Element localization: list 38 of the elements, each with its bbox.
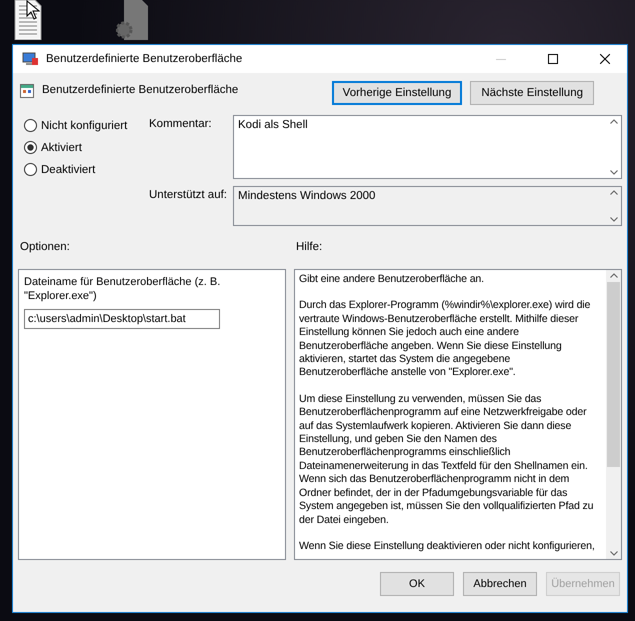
help-paragraph: Wenn Sie diese Einstellung deaktivieren oder nicht konfigurieren,: [299, 540, 596, 554]
help-paragraph: Um diese Einstellung zu verwenden, müssen Sie das Benutzeroberflächenprogramm auf eine Netzwerkfreigabe oder auf das Systemlaufwerk kopieren. Aktivieren Sie dann diese Einstellung, und geben Sie den Namen des Benutzeroberflächenprogramms einschließlich Dateinamenerweiterung in das Textfeld für den Shellnamen ein. Wenn sich das Benutzeroberflächenprogramm nicht in dem Ordner befindet, der in der Pfadumgebungsvariable für das System angegeben ist, müssen Sie den vollqualifizierten Pfad zu der Datei eingeben.: [299, 392, 594, 527]
scrollbar[interactable]: [606, 270, 621, 559]
scroll-up-icon[interactable]: [610, 273, 618, 278]
help-label: Hilfe:: [296, 241, 322, 253]
dialog-button[interactable]: Abbrechen: [463, 572, 537, 596]
navigation-button[interactable]: Vorherige Einstellung: [332, 81, 462, 105]
window-title: Benutzerdefinierte Benutzeroberfläche: [46, 53, 244, 65]
help-paragraph: Durch das Explorer-Programm (%windir%\explorer.exe) wird die vertraute Windows-Benutzeroberfläche erstellt. Mithilfe dieser Einstellung können Sie jedoch auch eine andere Benutzeroberfläche angeben. Wenn Sie diese Einstellung aktivieren, startet das System die angegebene Benutzeroberfläche anstelle von "Explorer.exe".: [299, 299, 592, 380]
minimize-icon: [496, 58, 506, 60]
radio-label[interactable]: Deaktiviert: [41, 164, 96, 176]
filename-input[interactable]: c:\users\admin\Desktop\start.bat: [24, 309, 220, 329]
scroll-up-icon[interactable]: [610, 190, 618, 195]
radio-button[interactable]: [24, 141, 37, 154]
comment-field[interactable]: Kodi als Shell: [233, 115, 622, 179]
scroll-up-icon[interactable]: [610, 119, 618, 124]
setting-name: Benutzerdefinierte Benutzeroberfläche: [42, 84, 240, 96]
close-icon: [600, 54, 610, 64]
mouse-cursor-icon: [26, 0, 40, 20]
scroll-down-icon[interactable]: [610, 217, 618, 222]
comment-label: Kommentar:: [149, 117, 213, 132]
radio-label[interactable]: Nicht konfiguriert: [41, 120, 128, 132]
options-label: Optionen:: [20, 241, 71, 253]
maximize-icon: [548, 54, 558, 64]
radio-button[interactable]: [24, 163, 37, 176]
computer-icon: [22, 52, 38, 66]
filename-label: Dateiname für Benutzeroberfläche (z. B. "Explorer.exe"): [24, 275, 222, 303]
navigation-button[interactable]: Nächste Einstellung: [470, 81, 594, 105]
radio-label[interactable]: Aktiviert: [41, 142, 82, 154]
supported-on-label: Unterstützt auf:: [149, 188, 228, 203]
settings-file-icon[interactable]: [116, 0, 148, 42]
radio-button[interactable]: [24, 119, 37, 132]
help-paragraph: Gibt eine andere Benutzeroberfläche an.: [299, 273, 485, 286]
policy-icon: [20, 84, 34, 98]
supported-on-field: Mindestens Windows 2000: [233, 186, 622, 226]
scroll-down-icon[interactable]: [610, 170, 618, 175]
scroll-down-icon[interactable]: [610, 551, 618, 556]
dialog-button[interactable]: OK: [380, 572, 454, 596]
